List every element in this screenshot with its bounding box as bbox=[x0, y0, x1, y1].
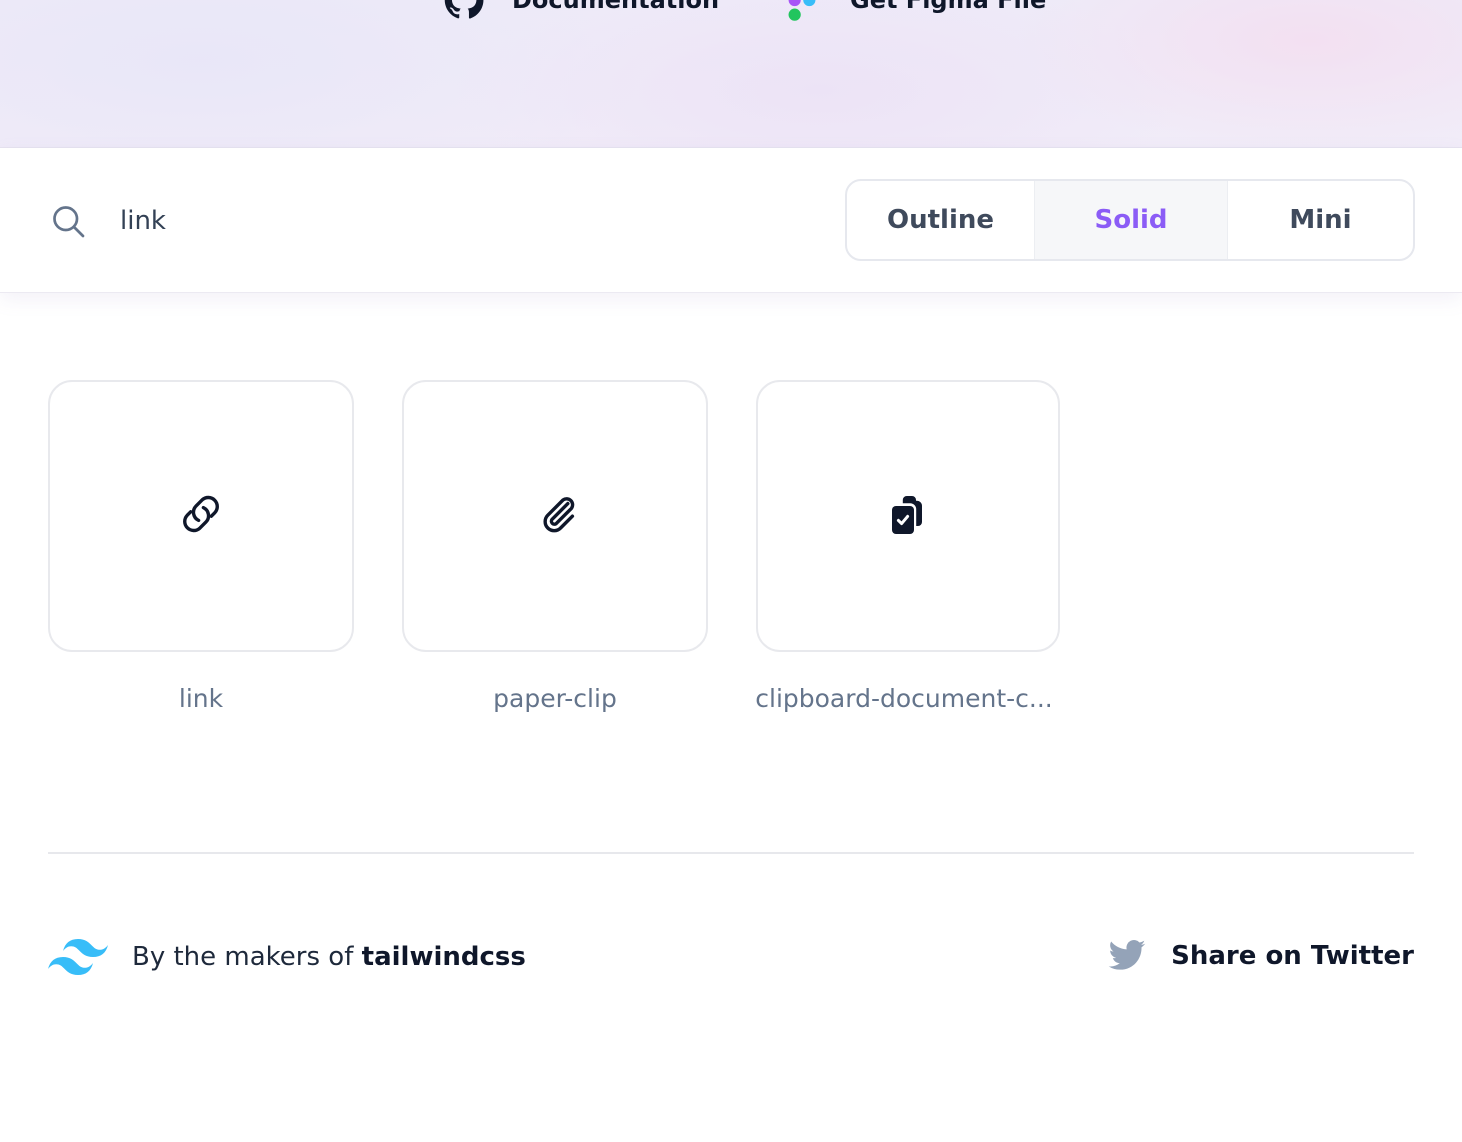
makers-credit[interactable]: By the makers of tailwindcss bbox=[48, 936, 526, 978]
style-tab-solid[interactable]: Solid bbox=[1034, 181, 1228, 259]
icon-label-clipboard-document-check: clipboard-document-c... bbox=[755, 684, 1053, 713]
documentation-link[interactable]: Documentation bbox=[442, 0, 719, 22]
share-label: Share on Twitter bbox=[1171, 941, 1414, 971]
makers-text: By the makers of tailwindcss bbox=[132, 942, 526, 972]
search-input[interactable] bbox=[118, 198, 718, 244]
clipboard-document-check-icon bbox=[884, 490, 932, 542]
makers-brand: tailwindcss bbox=[361, 942, 526, 972]
icon-label-link: link bbox=[178, 684, 224, 713]
twitter-icon bbox=[1107, 936, 1147, 976]
icon-card-clipboard-document-check[interactable] bbox=[756, 380, 1060, 652]
search-icon bbox=[50, 203, 86, 239]
paper-clip-icon bbox=[531, 490, 579, 542]
icon-label-paper-clip: paper-clip bbox=[493, 684, 617, 713]
github-icon bbox=[442, 0, 486, 22]
style-tab-outline[interactable]: Outline bbox=[847, 181, 1034, 259]
documentation-label: Documentation bbox=[512, 0, 720, 14]
figma-file-link[interactable]: Get Figma File bbox=[780, 0, 1046, 22]
icon-style-selector: Outline Solid Mini bbox=[845, 179, 1415, 261]
link-icon bbox=[177, 490, 225, 542]
hero-banner: Documentation Get Figma File bbox=[0, 0, 1462, 148]
makers-prefix: By the makers of bbox=[132, 942, 362, 972]
style-tab-mini[interactable]: Mini bbox=[1228, 181, 1413, 259]
icon-card-paper-clip[interactable] bbox=[402, 380, 708, 652]
search-toolbar: Outline Solid Mini bbox=[0, 148, 1462, 293]
share-on-twitter-link[interactable]: Share on Twitter bbox=[1107, 936, 1414, 976]
figma-icon bbox=[780, 0, 824, 22]
footer-divider bbox=[48, 852, 1414, 854]
icon-card-link[interactable] bbox=[48, 380, 354, 652]
tailwindcss-logo-icon bbox=[48, 936, 108, 978]
figma-label: Get Figma File bbox=[850, 0, 1047, 14]
